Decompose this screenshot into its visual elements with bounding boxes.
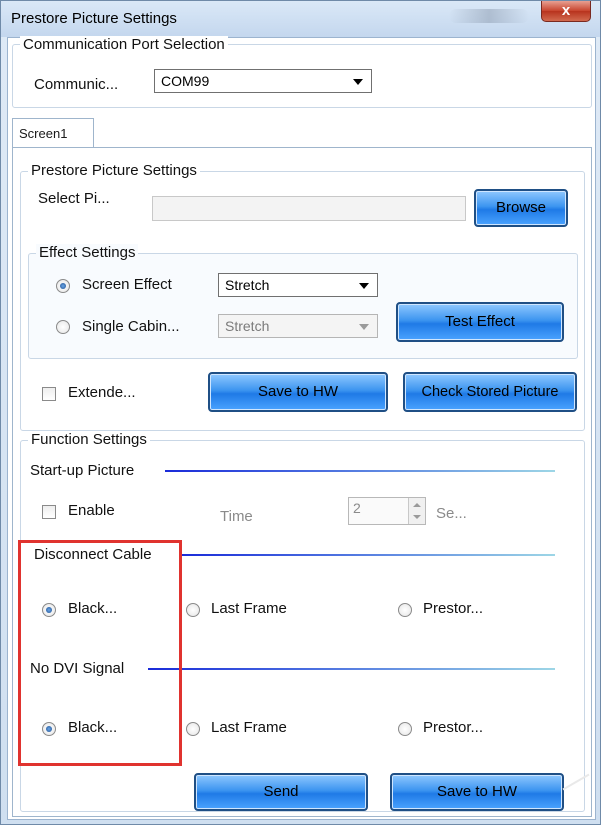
disconnect-last-frame-radio[interactable]	[186, 603, 200, 617]
save-to-hw-label-top: Save to HW	[257, 383, 339, 400]
spin-arrows-icon[interactable]	[408, 498, 425, 524]
save-to-hw-label-bottom: Save to HW	[436, 783, 518, 800]
save-to-hw-button-top[interactable]: Save to HW	[208, 372, 388, 412]
effect-settings-legend: Effect Settings	[36, 244, 139, 261]
nodvi-last-frame-label: Last Frame	[211, 719, 287, 736]
startup-enable-label: Enable	[68, 502, 115, 519]
startup-divider	[165, 470, 555, 472]
disconnect-divider	[180, 554, 555, 556]
single-cabinet-label: Single Cabin...	[82, 318, 180, 335]
spin-up-icon	[413, 503, 421, 507]
startup-picture-heading: Start-up Picture	[30, 462, 135, 479]
extended-checkbox[interactable]	[42, 387, 56, 401]
nodvi-prestored-label: Prestor...	[423, 719, 484, 736]
single-cabinet-radio[interactable]	[56, 320, 70, 334]
disconnect-last-frame-label: Last Frame	[211, 600, 287, 617]
single-cabinet-dropdown: Stretch	[218, 314, 378, 338]
comm-port-dropdown[interactable]: COM99	[154, 69, 372, 93]
extended-label: Extende...	[68, 384, 136, 401]
nodvi-prestored-radio[interactable]	[398, 722, 412, 736]
screen-effect-label: Screen Effect	[82, 276, 172, 293]
tab-screen1[interactable]: Screen1	[12, 118, 94, 148]
screen-effect-radio[interactable]	[56, 279, 70, 293]
screen-effect-dropdown[interactable]: Stretch	[218, 273, 378, 297]
startup-time-unit: Se...	[436, 505, 467, 522]
disconnect-prestored-label: Prestor...	[423, 600, 484, 617]
send-button[interactable]: Send	[194, 773, 368, 811]
chevron-down-icon	[359, 324, 369, 330]
comm-port-legend: Communication Port Selection	[20, 36, 228, 53]
startup-time-value: 2	[353, 500, 361, 516]
browse-button-label: Browse	[495, 199, 547, 216]
startup-time-spinner[interactable]: 2	[348, 497, 426, 525]
function-settings-legend: Function Settings	[28, 431, 150, 448]
chevron-down-icon	[353, 79, 363, 85]
comm-port-label: Communic...	[34, 76, 119, 93]
comm-port-value: COM99	[161, 73, 210, 89]
single-cabinet-value: Stretch	[225, 318, 270, 334]
spin-down-icon	[413, 515, 421, 519]
startup-time-label: Time	[220, 508, 253, 525]
check-stored-picture-label: Check Stored Picture	[421, 384, 559, 400]
browse-button[interactable]: Browse	[474, 189, 568, 227]
select-picture-label: Select Pi...	[38, 190, 110, 207]
picture-path-field[interactable]	[152, 196, 466, 221]
close-button[interactable]: x	[541, 1, 591, 22]
send-button-label: Send	[263, 783, 299, 800]
no-dvi-divider	[148, 668, 555, 670]
window-title: Prestore Picture Settings	[11, 10, 177, 27]
title-bar-decoration	[449, 9, 529, 23]
highlight-box	[18, 540, 182, 766]
startup-enable-checkbox[interactable]	[42, 505, 56, 519]
prestore-legend: Prestore Picture Settings	[28, 162, 200, 179]
dialog-window: Prestore Picture Settings x Communicatio…	[0, 0, 601, 825]
test-effect-button-label: Test Effect	[445, 313, 515, 330]
save-to-hw-button-bottom[interactable]: Save to HW	[390, 773, 564, 811]
dialog-client-area: Communication Port Selection Communic...…	[7, 36, 596, 820]
tab-screen1-label: Screen1	[19, 126, 68, 141]
disconnect-prestored-radio[interactable]	[398, 603, 412, 617]
chevron-down-icon	[359, 283, 369, 289]
screen-effect-value: Stretch	[225, 277, 270, 293]
check-stored-picture-button[interactable]: Check Stored Picture	[403, 372, 577, 412]
test-effect-button[interactable]: Test Effect	[396, 302, 564, 342]
nodvi-last-frame-radio[interactable]	[186, 722, 200, 736]
title-bar[interactable]: Prestore Picture Settings x	[1, 1, 600, 37]
